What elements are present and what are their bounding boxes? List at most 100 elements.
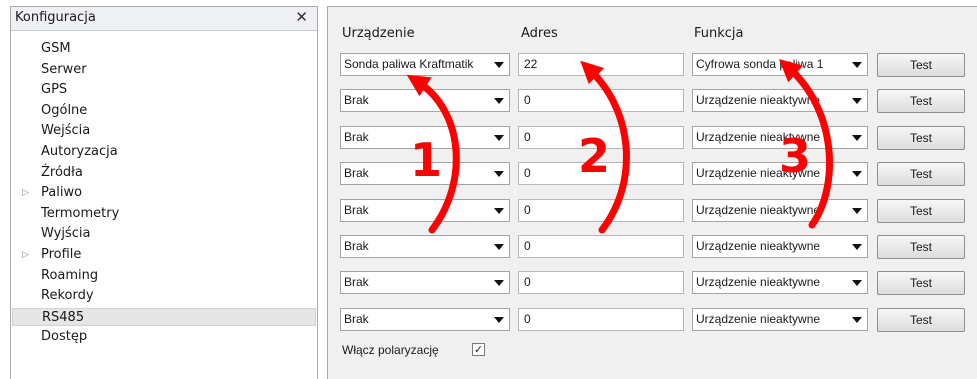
- tree-item-label: Profile: [41, 247, 82, 262]
- function-select-value: Urządzenie nieaktywne: [696, 93, 821, 108]
- close-icon[interactable]: ✕: [295, 8, 308, 26]
- address-input[interactable]: 0: [518, 198, 684, 222]
- tree-item[interactable]: Wyjścia: [11, 225, 317, 243]
- address-column-header: Adres: [521, 26, 558, 41]
- chevron-down-icon: [494, 316, 504, 323]
- test-button[interactable]: Test: [877, 53, 965, 77]
- test-button[interactable]: Test: [877, 271, 965, 296]
- tree-item[interactable]: Termometry: [11, 205, 317, 223]
- chevron-down-icon: [494, 98, 504, 105]
- test-button[interactable]: Test: [877, 198, 965, 223]
- expand-arrow-icon[interactable]: ▷: [22, 184, 29, 202]
- address-input[interactable]: 0: [518, 125, 684, 149]
- tree-item-label: Wejścia: [41, 123, 91, 139]
- tree-item[interactable]: Rekordy: [11, 287, 317, 305]
- tree-item[interactable]: Ogólne: [11, 102, 317, 120]
- tree-item-label: Dostęp: [41, 329, 88, 345]
- device-select-value: Brak: [344, 275, 369, 290]
- device-select-value: Brak: [344, 202, 369, 217]
- config-tree-title: Konfiguracja: [15, 10, 96, 25]
- chevron-down-icon: [494, 244, 504, 250]
- address-input[interactable]: 0: [518, 271, 684, 295]
- device-select[interactable]: Brak: [340, 307, 510, 331]
- function-select-value: Urządzenie nieaktywne: [696, 202, 821, 217]
- chevron-down-icon: [852, 98, 862, 105]
- tree-item-label: Roaming: [41, 267, 99, 283]
- device-select-value: Brak: [344, 311, 369, 326]
- function-select[interactable]: Cyfrowa sonda paliwa 1: [692, 53, 868, 76]
- function-select[interactable]: Urządzenie nieaktywne: [692, 89, 868, 113]
- tree-item-label: Paliwo: [41, 185, 83, 201]
- chevron-down-icon: [852, 207, 862, 214]
- test-button[interactable]: Test: [877, 162, 965, 187]
- tree-item-label: RS485: [42, 309, 85, 325]
- tree-item[interactable]: GPS: [11, 81, 317, 99]
- address-input[interactable]: 0: [518, 307, 684, 331]
- function-select-value: Urządzenie nieaktywne: [696, 239, 821, 253]
- tree-item-label: Źródła: [41, 164, 83, 180]
- address-input[interactable]: 0: [518, 89, 684, 113]
- function-select-value: Urządzenie nieaktywne: [696, 311, 821, 326]
- function-column-header: Funkcja: [694, 26, 744, 41]
- chevron-down-icon: [494, 207, 504, 214]
- chevron-down-icon: [852, 280, 862, 287]
- tree-item[interactable]: GSM: [11, 40, 317, 58]
- device-select[interactable]: Sonda paliwa Kraftmatik: [340, 53, 510, 76]
- tree-item[interactable]: RS485: [12, 307, 316, 326]
- device-select[interactable]: Brak: [340, 271, 510, 295]
- tree-item-label: Termometry: [41, 205, 120, 221]
- device-select[interactable]: Brak: [340, 235, 510, 258]
- tree-item[interactable]: Autoryzacja: [11, 143, 317, 161]
- address-input[interactable]: 0: [518, 162, 684, 186]
- device-select-value: Brak: [344, 166, 369, 181]
- device-select-value: Brak: [344, 129, 369, 144]
- address-input[interactable]: 0: [518, 235, 684, 258]
- function-select-value: Urządzenie nieaktywne: [696, 166, 821, 181]
- function-select-value: Urządzenie nieaktywne: [696, 275, 821, 290]
- chevron-down-icon: [494, 280, 504, 287]
- tree-item[interactable]: Roaming: [11, 267, 317, 285]
- chevron-down-icon: [852, 244, 862, 250]
- rs485-settings-panel: Urządzenie Adres Funkcja Sonda paliwa Kr…: [327, 6, 977, 379]
- expand-arrow-icon[interactable]: ▷: [22, 246, 29, 264]
- function-select[interactable]: Urządzenie nieaktywne: [692, 198, 868, 222]
- function-select[interactable]: Urządzenie nieaktywne: [692, 307, 868, 331]
- device-select[interactable]: Brak: [340, 125, 510, 149]
- tree-item[interactable]: ▷ Paliwo: [11, 184, 317, 202]
- config-tree-header: Konfiguracja ✕: [11, 7, 317, 31]
- chevron-down-icon: [494, 134, 504, 141]
- chevron-down-icon: [494, 62, 504, 68]
- tree-item-label: Wyjścia: [41, 226, 91, 242]
- tree-item[interactable]: Wejścia: [11, 122, 317, 140]
- chevron-down-icon: [852, 134, 862, 141]
- test-button[interactable]: Test: [877, 125, 965, 150]
- function-select[interactable]: Urządzenie nieaktywne: [692, 162, 868, 186]
- tree-item[interactable]: Dostęp: [11, 328, 317, 346]
- device-select-value: Sonda paliwa Kraftmatik: [344, 57, 474, 71]
- chevron-down-icon: [852, 316, 862, 323]
- test-button[interactable]: Test: [877, 89, 965, 114]
- device-select[interactable]: Brak: [340, 89, 510, 113]
- tree-item-label: Ogólne: [41, 102, 88, 118]
- function-select[interactable]: Urządzenie nieaktywne: [692, 271, 868, 295]
- device-select-value: Brak: [344, 239, 369, 253]
- tree-item-label: Serwer: [41, 61, 87, 77]
- tree-item-label: Rekordy: [41, 288, 94, 304]
- device-select-value: Brak: [344, 93, 369, 108]
- check-icon: ✓: [473, 343, 484, 356]
- tree-item[interactable]: ▷ Profile: [11, 246, 317, 264]
- function-select[interactable]: Urządzenie nieaktywne: [692, 125, 868, 149]
- test-button[interactable]: Test: [877, 235, 965, 259]
- chevron-down-icon: [852, 171, 862, 178]
- function-select-value: Urządzenie nieaktywne: [696, 129, 821, 144]
- chevron-down-icon: [852, 62, 862, 68]
- tree-item[interactable]: Źródła: [11, 164, 317, 182]
- function-select-value: Cyfrowa sonda paliwa 1: [696, 57, 824, 71]
- device-select[interactable]: Brak: [340, 162, 510, 186]
- tree-item[interactable]: Serwer: [11, 61, 317, 79]
- polarization-checkbox[interactable]: ✓: [472, 343, 485, 356]
- test-button[interactable]: Test: [877, 307, 965, 332]
- address-input[interactable]: 22: [518, 53, 684, 76]
- function-select[interactable]: Urządzenie nieaktywne: [692, 235, 868, 258]
- device-select[interactable]: Brak: [340, 198, 510, 222]
